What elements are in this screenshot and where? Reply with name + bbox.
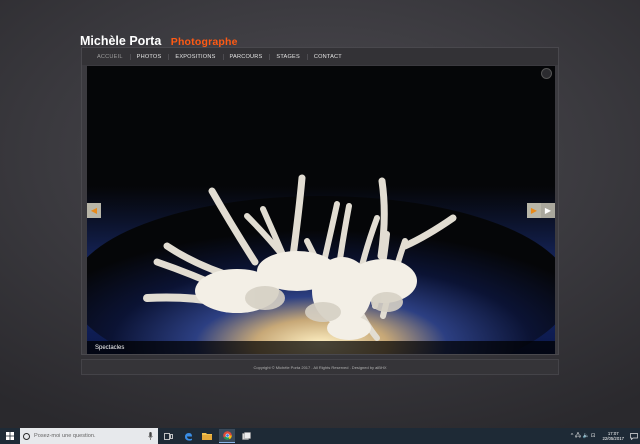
cortana-icon	[23, 432, 30, 440]
nav-item-contact[interactable]: CONTACT	[306, 53, 349, 60]
main-nav: ACCUEIL PHOTOS EXPOSITIONS PARCOURS STAG…	[82, 48, 558, 65]
chrome-browser-icon[interactable]	[219, 429, 235, 443]
taskbar-search[interactable]: Posez-moi une question.	[20, 428, 158, 444]
arrow-right-icon[interactable]: ▶	[527, 203, 541, 218]
site-footer: Copyright © Michèle Porta 2017 . All Rig…	[81, 359, 559, 375]
photos-app-icon[interactable]	[238, 429, 254, 443]
nav-item-photos[interactable]: PHOTOS	[129, 53, 169, 60]
task-view-icon[interactable]	[160, 429, 176, 443]
nav-item-accueil[interactable]: ACCUEIL	[90, 54, 130, 60]
system-tray: ^ 🖧 🔈 ⊡ 17:07 22/05/2017	[571, 428, 640, 444]
arrow-left-icon[interactable]: ◀	[87, 203, 101, 218]
nav-item-stages[interactable]: STAGES	[269, 53, 306, 60]
slide-photo	[87, 66, 555, 354]
site-name[interactable]: Michèle Porta	[80, 34, 161, 48]
microphone-icon[interactable]	[147, 432, 154, 441]
nav-item-parcours[interactable]: PARCOURS	[222, 53, 270, 60]
slide-caption: Spectacles	[95, 344, 125, 351]
search-placeholder: Posez-moi une question.	[34, 433, 96, 439]
pause-circle-icon[interactable]	[541, 68, 552, 79]
clock[interactable]: 17:07 22/05/2017	[602, 431, 624, 441]
notification-center-icon[interactable]	[628, 428, 640, 444]
caption-bar: Spectacles	[87, 341, 555, 354]
copyright-text: Copyright © Michèle Porta 2017 . All Rig…	[253, 364, 387, 370]
windows-start-button[interactable]	[0, 428, 20, 444]
arrow-right-secondary-icon[interactable]: ▶	[541, 203, 555, 218]
taskbar: Posez-moi une question. ^ 🖧 🔈 ⊡ 17:07 22…	[0, 428, 640, 444]
edge-browser-icon[interactable]	[180, 429, 196, 443]
slideshow: ◀ ▶ ▶ Spectacles	[87, 66, 555, 354]
tray-icons[interactable]: ^ 🖧 🔈 ⊡	[571, 432, 596, 441]
clock-date: 22/05/2017	[602, 436, 624, 441]
windows-logo-icon	[6, 432, 14, 440]
nav-item-expositions[interactable]: EXPOSITIONS	[168, 53, 222, 60]
file-explorer-icon[interactable]	[199, 429, 215, 443]
main-frame: ACCUEIL PHOTOS EXPOSITIONS PARCOURS STAG…	[81, 47, 559, 355]
